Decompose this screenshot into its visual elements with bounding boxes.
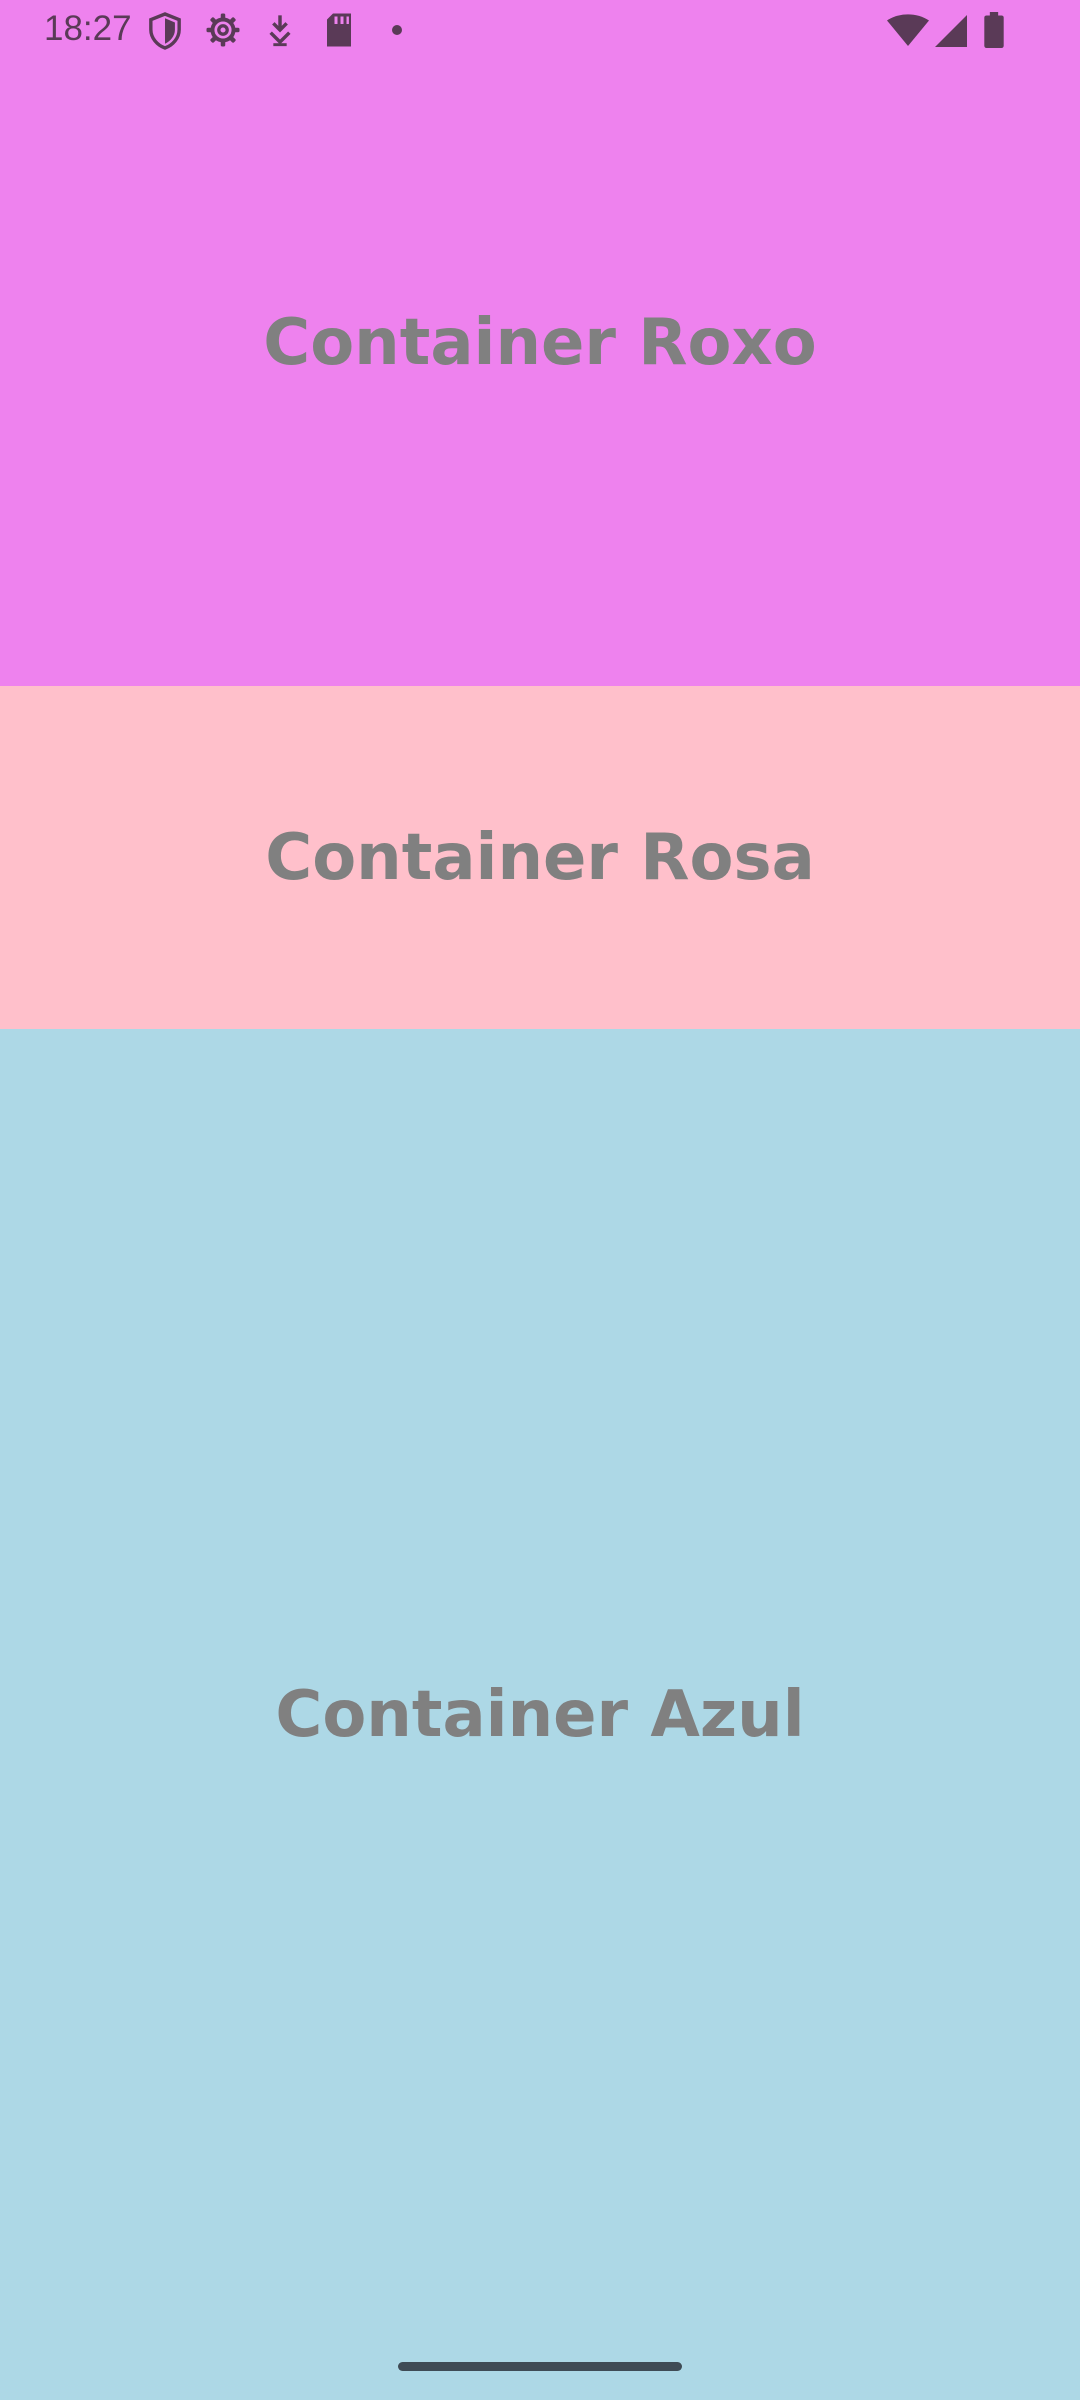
shield-icon [149,12,181,50]
signal-icon [935,15,967,47]
status-bar: 18:27 [0,0,1080,62]
container-azul: Container Azul [0,1029,1080,2400]
container-roxo-label: Container Roxo [263,306,817,380]
gesture-navigation-handle[interactable] [398,2362,682,2371]
app-screen: Container Roxo Container Rosa Container … [0,0,1080,2400]
container-rosa-label: Container Rosa [265,820,815,895]
dot-icon [392,25,402,35]
wifi-icon [887,14,929,46]
container-azul-label: Container Azul [275,1677,805,1752]
status-time: 18:27 [44,9,132,48]
container-roxo: Container Roxo [0,0,1080,686]
download-icon [269,15,291,47]
container-rosa: Container Rosa [0,686,1080,1029]
battery-icon [984,12,1004,48]
settings-gear-icon [206,13,240,47]
sd-card-icon [327,13,351,47]
